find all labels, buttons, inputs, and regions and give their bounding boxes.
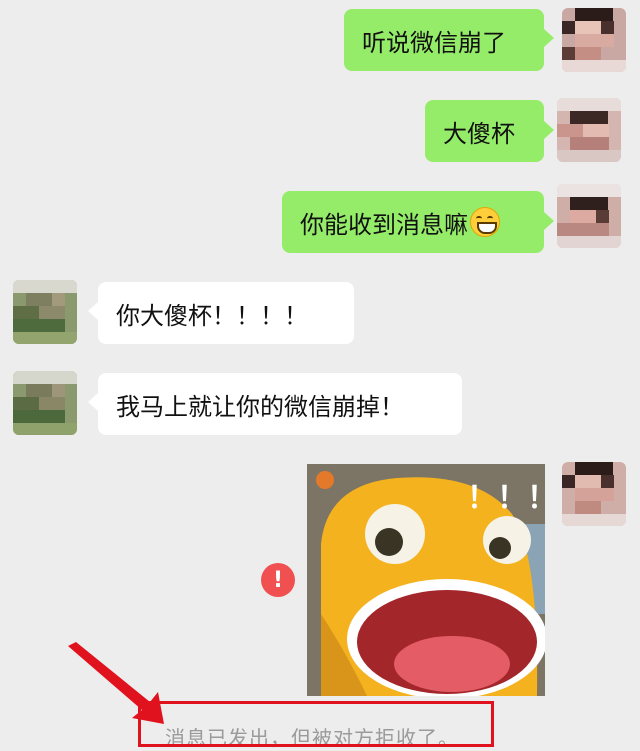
contact-avatar[interactable]: [13, 371, 77, 435]
my-avatar[interactable]: [562, 462, 626, 526]
message-bubble-sent[interactable]: 大傻杯: [425, 100, 544, 162]
message-text: 你能收到消息嘛: [300, 210, 468, 239]
message-text: 你大傻杯！！！！: [116, 301, 308, 330]
message-bubble-received[interactable]: 我马上就让你的微信崩掉！: [98, 373, 462, 435]
bubble-tail: [544, 212, 554, 230]
annotation-highlight-box: [138, 701, 494, 747]
contact-avatar[interactable]: [13, 280, 77, 344]
message-bubble-sent[interactable]: 你能收到消息嘛: [282, 191, 544, 253]
my-avatar[interactable]: [557, 98, 621, 162]
grinning-squint-emoji-icon: [470, 207, 500, 237]
bubble-tail: [88, 393, 98, 411]
message-bubble-received[interactable]: 你大傻杯！！！！: [98, 282, 354, 344]
image-overlay-text: ！！！: [467, 481, 545, 516]
message-image[interactable]: ！！！: [307, 464, 545, 696]
bubble-tail: [88, 302, 98, 320]
send-failed-icon[interactable]: !: [261, 563, 295, 597]
message-bubble-sent[interactable]: 听说微信崩了: [344, 9, 544, 71]
bubble-tail: [544, 29, 554, 47]
message-text: 听说微信崩了: [362, 28, 506, 57]
my-avatar[interactable]: [562, 8, 626, 72]
annotation-arrow-icon: [68, 642, 164, 724]
cartoon-character-image: ！！！: [307, 464, 545, 696]
my-avatar[interactable]: [557, 184, 621, 248]
bubble-tail: [544, 121, 554, 139]
message-text: 大傻杯: [443, 119, 515, 148]
message-text: 我马上就让你的微信崩掉！: [116, 392, 404, 421]
